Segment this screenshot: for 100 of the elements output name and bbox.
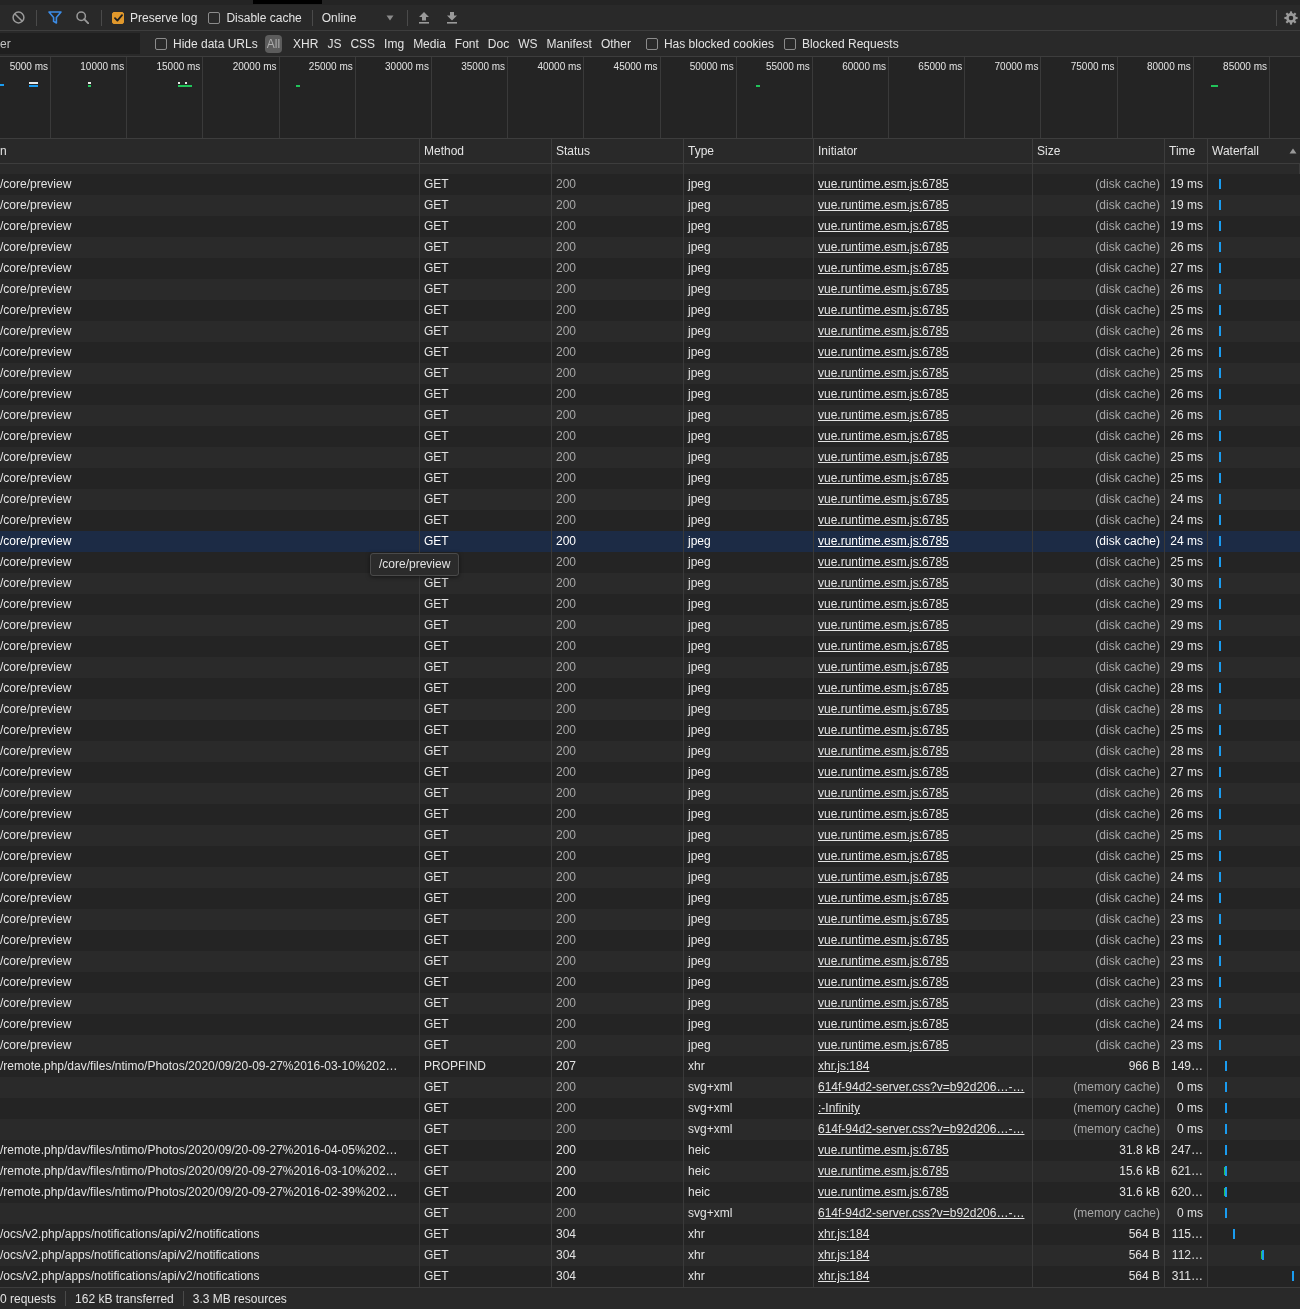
initiator-link[interactable]: vue.runtime.esm.js:6785: [818, 660, 949, 674]
type-filter-button[interactable]: Manifest: [542, 34, 596, 53]
initiator-link[interactable]: vue.runtime.esm.js:6785: [818, 702, 949, 716]
table-row[interactable]: /core/preview GET 200 jpeg vue.runtime.esm.js:6785 (disk cache) 24 ms: [0, 867, 1300, 888]
type-filter-button[interactable]: XHR: [289, 34, 323, 53]
checkbox[interactable]: [645, 37, 658, 50]
table-row[interactable]: /remote.php/dav/files/ntimo/Photos/2020/09/20-09-27%2016-03-10%202… GET 200 heic vue.runtime.esm.js:6785 15.6 kB 621…: [0, 1161, 1300, 1182]
table-row[interactable]: /core/preview GET 200 jpeg vue.runtime.esm.js:6785 (disk cache) 29 ms: [0, 657, 1300, 678]
initiator-link[interactable]: vue.runtime.esm.js:6785: [818, 912, 949, 926]
initiator-link[interactable]: vue.runtime.esm.js:6785: [818, 345, 949, 359]
initiator-link[interactable]: vue.runtime.esm.js:6785: [818, 681, 949, 695]
initiator-link[interactable]: vue.runtime.esm.js:6785: [818, 429, 949, 443]
checkbox-option[interactable]: Hide data URLs: [155, 34, 258, 53]
initiator-link[interactable]: vue.runtime.esm.js:6785: [818, 471, 949, 485]
table-row[interactable]: /core/preview GET 200 jpeg vue.runtime.esm.js:6785 (disk cache) 23 ms: [0, 993, 1300, 1014]
initiator-link[interactable]: vue.runtime.esm.js:6785: [818, 891, 949, 905]
column-header[interactable]: Waterfall: [1208, 139, 1300, 163]
checkbox[interactable]: [208, 11, 221, 24]
initiator-link[interactable]: vue.runtime.esm.js:6785: [818, 492, 949, 506]
initiator-link[interactable]: vue.runtime.esm.js:6785: [818, 408, 949, 422]
initiator-link[interactable]: xhr.js:184: [818, 1269, 870, 1283]
table-row[interactable]: /core/preview GET 200 jpeg vue.runtime.esm.js:6785 (disk cache) 23 ms: [0, 909, 1300, 930]
initiator-link[interactable]: vue.runtime.esm.js:6785: [818, 618, 949, 632]
initiator-link[interactable]: vue.runtime.esm.js:6785: [818, 975, 949, 989]
type-filter-button[interactable]: Other: [596, 34, 635, 53]
table-row[interactable]: /core/preview GET 200 jpeg vue.runtime.esm.js:6785 (disk cache) 26 ms: [0, 321, 1300, 342]
initiator-link[interactable]: vue.runtime.esm.js:6785: [818, 744, 949, 758]
table-row[interactable]: GET 200 svg+xml 614f-94d2-server.css?v=b92d206…-… (memory cache) 0 ms: [0, 1119, 1300, 1140]
type-filter-button[interactable]: CSS: [346, 34, 380, 53]
initiator-link[interactable]: vue.runtime.esm.js:6785: [818, 555, 949, 569]
column-header[interactable]: Time: [1165, 139, 1208, 163]
initiator-link[interactable]: vue.runtime.esm.js:6785: [818, 786, 949, 800]
initiator-link[interactable]: xhr.js:184: [818, 1059, 870, 1073]
initiator-link[interactable]: xhr.js:184: [818, 1227, 870, 1241]
table-row[interactable]: /core/preview GET 200 jpeg vue.runtime.esm.js:6785 (disk cache) 30 ms: [0, 573, 1300, 594]
initiator-link[interactable]: vue.runtime.esm.js:6785: [818, 933, 949, 947]
initiator-link[interactable]: vue.runtime.esm.js:6785: [818, 450, 949, 464]
initiator-link[interactable]: vue.runtime.esm.js:6785: [818, 1017, 949, 1031]
initiator-link[interactable]: vue.runtime.esm.js:6785: [818, 1164, 949, 1178]
column-header[interactable]: Type: [684, 139, 814, 163]
filter-field[interactable]: er: [0, 33, 140, 54]
checkbox-option[interactable]: Blocked Requests: [783, 34, 899, 53]
initiator-link[interactable]: :-Infinity: [818, 1101, 860, 1115]
initiator-link[interactable]: vue.runtime.esm.js:6785: [818, 324, 949, 338]
initiator-link[interactable]: vue.runtime.esm.js:6785: [818, 177, 949, 191]
table-row[interactable]: /core/preview GET 200 jpeg vue.runtime.esm.js:6785 (disk cache) 28 ms: [0, 741, 1300, 762]
table-row[interactable]: /core/preview GET 200 jpeg vue.runtime.esm.js:6785 (disk cache) 25 ms: [0, 363, 1300, 384]
checkbox-option[interactable]: Preserve log: [112, 8, 198, 27]
initiator-link[interactable]: vue.runtime.esm.js:6785: [818, 723, 949, 737]
initiator-link[interactable]: vue.runtime.esm.js:6785: [818, 1143, 949, 1157]
column-header[interactable]: Size: [1033, 139, 1165, 163]
table-row[interactable]: /core/preview GET 200 jpeg vue.runtime.esm.js:6785 (disk cache) 26 ms: [0, 405, 1300, 426]
initiator-link[interactable]: vue.runtime.esm.js:6785: [818, 996, 949, 1010]
table-row[interactable]: /core/preview GET 200 jpeg vue.runtime.esm.js:6785 (disk cache) 26 ms: [0, 237, 1300, 258]
checkbox[interactable]: [112, 11, 124, 24]
type-filter-button[interactable]: Media: [409, 34, 450, 53]
table-row[interactable]: GET 200 svg+xml 614f-94d2-server.css?v=b92d206…-… (memory cache) 0 ms: [0, 1203, 1300, 1224]
column-header[interactable]: Status: [552, 139, 684, 163]
table-row[interactable]: /core/preview GET 200 jpeg vue.runtime.esm.js:6785 (disk cache) 26 ms: [0, 279, 1300, 300]
type-filter-button[interactable]: WS: [514, 34, 542, 53]
initiator-link[interactable]: vue.runtime.esm.js:6785: [818, 513, 949, 527]
initiator-link[interactable]: 614f-94d2-server.css?v=b92d206…-…: [818, 1080, 1025, 1094]
checkbox[interactable]: [783, 37, 796, 50]
initiator-link[interactable]: vue.runtime.esm.js:6785: [818, 261, 949, 275]
initiator-link[interactable]: vue.runtime.esm.js:6785: [818, 303, 949, 317]
table-row[interactable]: /core/preview GET 200 jpeg vue.runtime.esm.js:6785 (disk cache) 23 ms: [0, 951, 1300, 972]
column-header[interactable]: Method: [420, 139, 552, 163]
initiator-link[interactable]: xhr.js:184: [818, 1248, 870, 1262]
checkbox-option[interactable]: Disable cache: [208, 8, 302, 27]
table-row[interactable]: /core/preview GET 200 jpeg vue.runtime.esm.js:6785 (disk cache) 24 ms: [0, 489, 1300, 510]
type-filter-button[interactable]: Doc: [483, 34, 514, 53]
initiator-link[interactable]: vue.runtime.esm.js:6785: [818, 807, 949, 821]
type-filter-button[interactable]: JS: [323, 34, 346, 53]
initiator-link[interactable]: vue.runtime.esm.js:6785: [818, 576, 949, 590]
initiator-link[interactable]: vue.runtime.esm.js:6785: [818, 240, 949, 254]
initiator-link[interactable]: vue.runtime.esm.js:6785: [818, 828, 949, 842]
table-row[interactable]: /core/preview GET 200 jpeg vue.runtime.esm.js:6785 (disk cache) 25 ms: [0, 825, 1300, 846]
initiator-link[interactable]: 614f-94d2-server.css?v=b92d206…-…: [818, 1122, 1025, 1136]
table-row[interactable]: /core/preview GET 200 jpeg vue.runtime.esm.js:6785 (disk cache) 26 ms: [0, 783, 1300, 804]
initiator-link[interactable]: vue.runtime.esm.js:6785: [818, 765, 949, 779]
initiator-link[interactable]: vue.runtime.esm.js:6785: [818, 198, 949, 212]
initiator-link[interactable]: vue.runtime.esm.js:6785: [818, 597, 949, 611]
initiator-link[interactable]: 614f-94d2-server.css?v=b92d206…-…: [818, 1206, 1025, 1220]
initiator-link[interactable]: vue.runtime.esm.js:6785: [818, 387, 949, 401]
initiator-link[interactable]: vue.runtime.esm.js:6785: [818, 219, 949, 233]
initiator-link[interactable]: vue.runtime.esm.js:6785: [818, 870, 949, 884]
initiator-link[interactable]: vue.runtime.esm.js:6785: [818, 849, 949, 863]
table-row[interactable]: /core/preview GET 200 jpeg vue.runtime.esm.js:6785 (disk cache) 25 ms: [0, 447, 1300, 468]
initiator-link[interactable]: vue.runtime.esm.js:6785: [818, 534, 949, 548]
initiator-link[interactable]: vue.runtime.esm.js:6785: [818, 366, 949, 380]
table-row[interactable]: /core/preview GET 200 jpeg vue.runtime.esm.js:6785 (disk cache) 24 ms: [0, 531, 1300, 552]
table-row[interactable]: /core/preview GET 200 jpeg vue.runtime.esm.js:6785 (disk cache) 28 ms: [0, 699, 1300, 720]
initiator-link[interactable]: vue.runtime.esm.js:6785: [818, 1185, 949, 1199]
column-header[interactable]: Initiator: [814, 139, 1033, 163]
table-row[interactable]: /core/preview GET 200 jpeg vue.runtime.esm.js:6785 (disk cache) 19 ms: [0, 195, 1300, 216]
table-row[interactable]: /ocs/v2.php/apps/notifications/api/v2/notifications GET 304 xhr xhr.js:184 564 B 112…: [0, 1245, 1300, 1266]
type-filter-button[interactable]: Img: [380, 34, 409, 53]
throttling-dropdown[interactable]: Online: [321, 7, 397, 28]
type-filter-button[interactable]: Font: [450, 34, 483, 53]
table-row[interactable]: GET 200 svg+xml 614f-94d2-server.css?v=b92d206…-… (memory cache) 0 ms: [0, 1077, 1300, 1098]
